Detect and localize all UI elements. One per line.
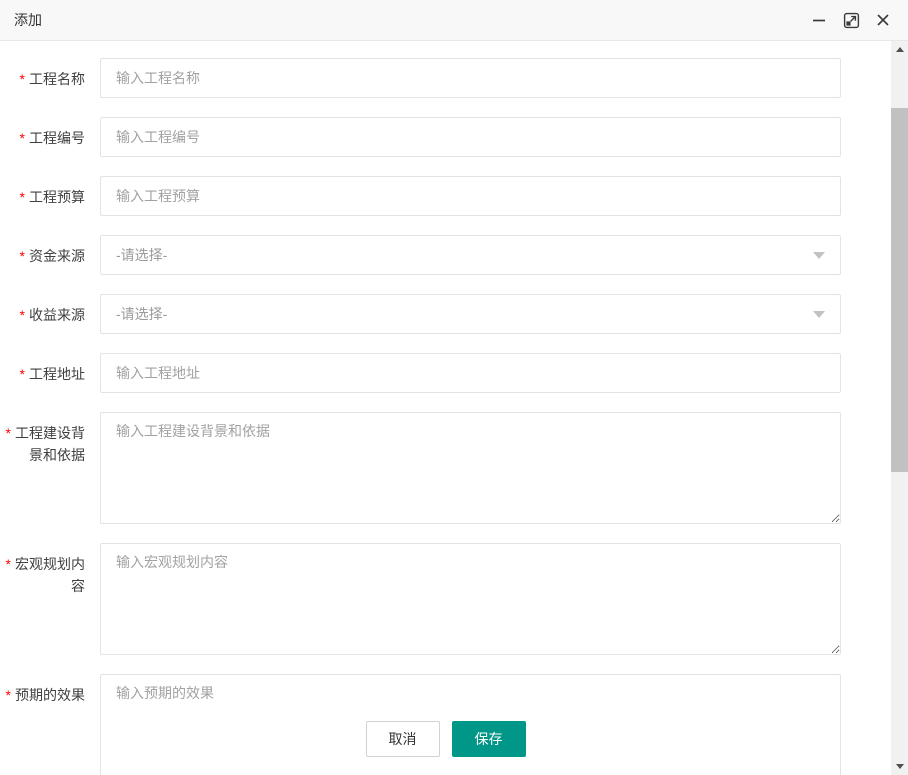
scroll-up-icon[interactable] [891,41,908,58]
funding-source-select[interactable]: -请选择- [100,235,841,275]
dialog-body: *工程名称 *工程编号 *工程预算 *资金来源 -请选择- *收益来源 -请选择… [0,41,908,775]
chevron-down-icon [813,251,825,259]
select-value: -请选择- [116,306,168,322]
dialog-titlebar: 添加 [0,0,908,41]
form-row-construction-background: * 工程建设背景和依据 [0,412,908,524]
field-control [100,117,841,157]
field-label-text: 收益来源 [29,307,85,323]
field-label: * 资金来源 [0,235,100,275]
chevron-down-icon [813,310,825,318]
field-label-text: 工程建设背景和依据 [15,425,85,463]
project-budget-input[interactable] [100,176,841,216]
field-label: * 工程地址 [0,353,100,393]
project-code-input[interactable] [100,117,841,157]
form-row-project-name: * 工程名称 [0,58,908,98]
field-label: * 工程预算 [0,176,100,216]
field-label: * 工程编号 [0,117,100,157]
form-rows: *工程名称 *工程编号 *工程预算 *资金来源 -请选择- *收益来源 -请选择… [0,58,908,775]
field-label: * 工程名称 [0,58,100,98]
required-asterisk: * [5,425,11,441]
required-asterisk: * [19,130,25,146]
field-control [100,412,841,524]
cancel-button[interactable]: 取消 [365,721,440,757]
macro-planning-content-textarea[interactable] [100,543,841,655]
construction-background-textarea[interactable] [100,412,841,524]
field-label: * 收益来源 [0,294,100,334]
field-label-text: 预期的效果 [15,687,85,703]
form-row-funding-source: * 资金来源 -请选择- [0,235,908,275]
minimize-icon[interactable] [810,11,828,29]
project-address-input[interactable] [100,353,841,393]
required-asterisk: * [19,189,25,205]
field-control: -请选择- [100,294,841,334]
required-asterisk: * [19,366,25,382]
scrollbar-thumb[interactable] [891,108,908,472]
required-asterisk: * [19,248,25,264]
income-source-select[interactable]: -请选择- [100,294,841,334]
form-row-income-source: * 收益来源 -请选择- [0,294,908,334]
required-asterisk: * [19,307,25,323]
scroll-down-icon[interactable] [891,758,908,775]
form-row-project-address: * 工程地址 [0,353,908,393]
required-asterisk: * [5,687,11,703]
save-button[interactable]: 保存 [451,721,526,757]
add-dialog: 添加 * 工程名称 输入工程名称 * 工程编号 输入工程编号 * 工程预算 输入… [0,0,908,775]
scrollbar[interactable] [891,41,908,775]
field-label: * 工程建设背景和依据 [0,412,100,524]
field-label-text: 工程地址 [29,366,85,382]
window-controls [810,11,892,29]
field-label-text: 工程名称 [29,71,85,87]
required-asterisk: * [5,556,11,572]
field-label-text: 工程预算 [29,189,85,205]
form-row-project-code: * 工程编号 [0,117,908,157]
field-label-text: 宏观规划内容 [15,556,85,594]
field-label-text: 资金来源 [29,248,85,264]
field-label: * 宏观规划内容 [0,543,100,655]
field-control [100,543,841,655]
close-icon[interactable] [874,11,892,29]
select-value: -请选择- [116,247,168,263]
field-control [100,353,841,393]
required-asterisk: * [19,71,25,87]
field-label-text: 工程编号 [29,130,85,146]
field-control: -请选择- [100,235,841,275]
form-row-project-budget: * 工程预算 [0,176,908,216]
form-row-macro-planning-content: * 宏观规划内容 [0,543,908,655]
project-name-input[interactable] [100,58,841,98]
dialog-title: 添加 [14,12,42,28]
maximize-icon[interactable] [842,11,860,29]
field-control [100,176,841,216]
footer-buttons: 取消 保存 [0,721,891,757]
field-control [100,58,841,98]
